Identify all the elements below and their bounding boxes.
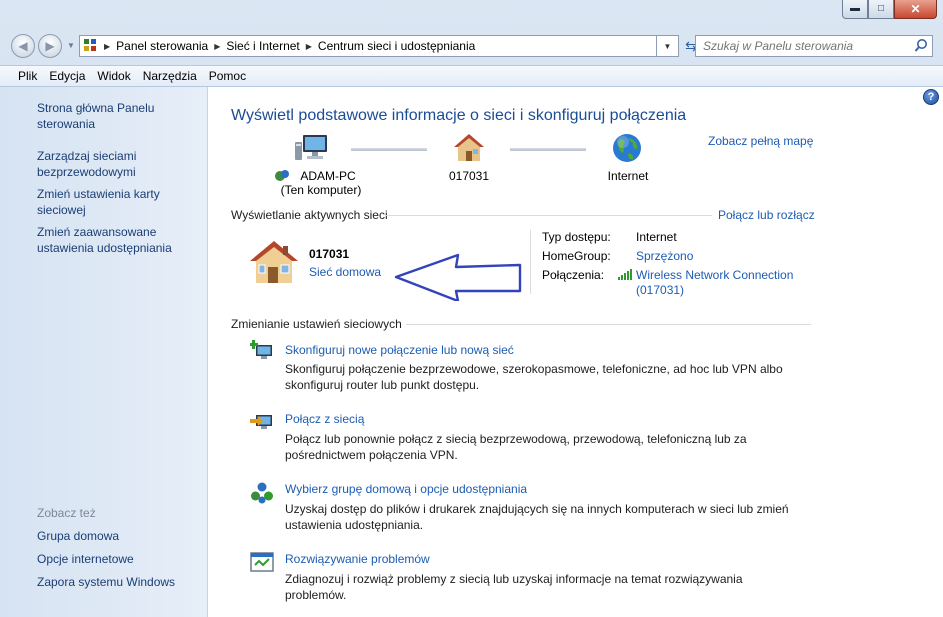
connection-name[interactable]: Wireless Network Connection — [636, 268, 793, 283]
sidebar-item-adapter-settings[interactable]: Zmień ustawienia karty sieciowej — [37, 186, 197, 218]
forward-button[interactable]: ▶ — [38, 34, 62, 58]
breadcrumb-network-internet[interactable]: Sieć i Internet — [226, 39, 299, 53]
section-divider — [386, 215, 712, 216]
section-divider — [406, 324, 811, 325]
internet-globe-icon[interactable] — [611, 132, 643, 164]
task-troubleshoot-desc: Zdiagnozuj i rozwiąż problemy z siecią l… — [285, 572, 743, 602]
minimize-button[interactable]: ▬ — [842, 0, 868, 19]
menu-bar: Plik Edycja Widok Narzędzia Pomoc — [0, 65, 943, 87]
close-icon: ✕ — [910, 2, 921, 16]
breadcrumb-separator-icon[interactable]: ▶ — [104, 42, 110, 51]
wireless-connection-link[interactable]: Wireless Network Connection (017031) — [636, 268, 793, 298]
task-homegroup-link[interactable]: Wybierz grupę domową i opcje udostępnian… — [285, 482, 527, 496]
breadcrumb-control-panel[interactable]: Panel sterowania — [116, 39, 208, 53]
minimize-icon: ▬ — [850, 3, 860, 14]
control-panel-icon — [84, 39, 98, 53]
computer-icon[interactable] — [294, 133, 330, 165]
sidebar-item-control-panel-home[interactable]: Strona główna Panelu sterowania — [37, 100, 197, 132]
home-network-icon[interactable] — [453, 133, 485, 163]
menu-edit[interactable]: Edycja — [43, 69, 91, 83]
task-new-connection-link[interactable]: Skonfiguruj nowe połączenie lub nową sie… — [285, 343, 514, 357]
task-troubleshoot-link[interactable]: Rozwiązywanie problemów — [285, 552, 430, 566]
computer-name[interactable]: ADAM-PC — [268, 169, 374, 183]
breadcrumb-separator-icon[interactable]: ▶ — [306, 42, 312, 51]
connections-label: Połączenia: — [542, 268, 605, 282]
wifi-signal-icon — [618, 268, 632, 280]
access-type-value: Internet — [636, 230, 677, 244]
task-connect-network-desc: Połącz lub ponownie połącz z siecią bezp… — [285, 432, 747, 462]
back-arrow-icon: ◀ — [18, 39, 28, 53]
main-content: ? Wyświetl podstawowe informacje o sieci… — [208, 87, 943, 617]
address-bar[interactable]: ▶ Panel sterowania ▶ Sieć i Internet ▶ C… — [79, 35, 657, 57]
connection-line — [351, 148, 427, 151]
full-map-link[interactable]: Zobacz pełną mapę — [708, 134, 813, 148]
sidebar-item-firewall[interactable]: Zapora systemu Windows — [37, 574, 197, 590]
breadcrumb-network-center[interactable]: Centrum sieci i udostępniania — [318, 39, 475, 53]
change-settings-heading: Zmienianie ustawień sieciowych — [231, 317, 402, 331]
maximize-icon: □ — [877, 3, 885, 14]
connection-network[interactable]: (017031) — [636, 283, 793, 298]
home-network-large-icon[interactable] — [248, 239, 300, 285]
menu-view[interactable]: Widok — [91, 69, 136, 83]
chevron-down-icon: ▼ — [663, 41, 672, 51]
page-title: Wyświetl podstawowe informacje o sieci i… — [231, 107, 687, 124]
see-also-heading: Zobacz też — [37, 506, 96, 520]
window: ▬ □ ✕ ◀ ▶ ▼ ▶ Panel sterowania ▶ Sieć i … — [0, 0, 943, 617]
connect-disconnect-link[interactable]: Połącz lub rozłącz — [718, 208, 815, 222]
homegroup-icon — [250, 481, 274, 505]
sidebar: Strona główna Panelu sterowania Zarządza… — [0, 87, 208, 617]
search-input[interactable] — [696, 38, 912, 54]
close-button[interactable]: ✕ — [894, 0, 937, 19]
menu-file[interactable]: Plik — [0, 69, 43, 83]
new-connection-icon — [249, 339, 274, 363]
computer-subtitle: (Ten komputer) — [280, 183, 362, 197]
homegroup-label: HomeGroup: — [542, 249, 611, 263]
network-type-link[interactable]: Sieć domowa — [309, 265, 381, 279]
sidebar-item-advanced-sharing[interactable]: Zmień zaawansowane ustawienia udostępnia… — [37, 224, 197, 256]
forward-arrow-icon: ▶ — [45, 39, 55, 53]
sidebar-item-manage-wireless[interactable]: Zarządzaj sieciami bezprzewodowymi — [37, 148, 197, 180]
network-map-name[interactable]: 017031 — [434, 169, 504, 183]
help-icon[interactable]: ? — [923, 89, 939, 105]
task-connect-network-link[interactable]: Połącz z siecią — [285, 412, 364, 426]
connection-line — [510, 148, 586, 151]
annotation-arrow-icon — [394, 253, 524, 303]
task-new-connection-desc: Skonfiguruj połączenie bezprzewodowe, sz… — [285, 362, 783, 392]
sidebar-item-internet-options[interactable]: Opcje internetowe — [37, 551, 197, 567]
sidebar-item-homegroup[interactable]: Grupa domowa — [37, 528, 197, 544]
back-button[interactable]: ◀ — [11, 34, 35, 58]
active-networks-heading: Wyświetlanie aktywnych sieci — [231, 208, 388, 222]
address-dropdown[interactable]: ▼ — [657, 35, 679, 57]
internet-label[interactable]: Internet — [593, 169, 663, 183]
homegroup-link[interactable]: Sprzężono — [636, 249, 693, 263]
caption-buttons: ▬ □ ✕ — [842, 0, 937, 19]
task-homegroup-desc: Uzyskaj dostęp do plików i drukarek znaj… — [285, 502, 789, 532]
search-box[interactable] — [695, 35, 933, 57]
menu-help[interactable]: Pomoc — [203, 69, 252, 83]
connect-network-icon — [250, 409, 274, 433]
access-type-label: Typ dostępu: — [542, 230, 611, 244]
search-icon[interactable] — [912, 37, 932, 55]
active-network-name: 017031 — [309, 247, 350, 261]
recent-pages-dropdown[interactable]: ▼ — [67, 41, 75, 50]
navigation-bar: ◀ ▶ ▼ ▶ Panel sterowania ▶ Sieć i Intern… — [0, 30, 943, 62]
breadcrumb-separator-icon[interactable]: ▶ — [214, 42, 220, 51]
maximize-button[interactable]: □ — [868, 0, 894, 19]
troubleshoot-icon — [250, 550, 274, 574]
details-divider — [530, 230, 531, 294]
menu-tools[interactable]: Narzędzia — [137, 69, 203, 83]
